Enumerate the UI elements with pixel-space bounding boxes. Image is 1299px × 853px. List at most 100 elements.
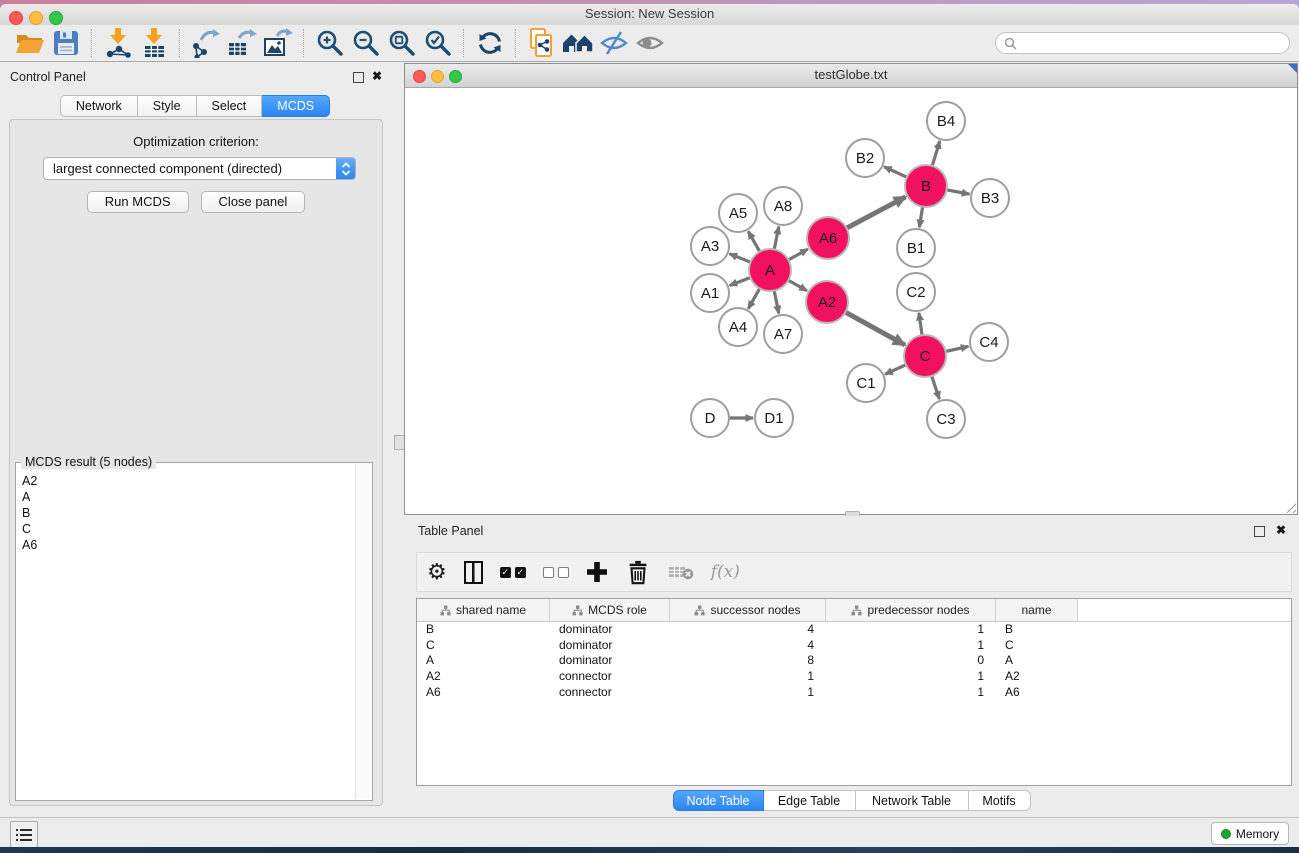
attribute-type-icon [440, 605, 451, 616]
export-network-icon[interactable] [188, 27, 224, 59]
toolbar-separator [515, 29, 517, 57]
control-panel-title: Control Panel [10, 70, 86, 84]
zoom-out-icon[interactable] [348, 27, 384, 59]
float-panel-icon[interactable] [353, 72, 364, 83]
close-panel-icon[interactable]: ✖ [372, 69, 382, 83]
node-label-A4: A4 [729, 319, 747, 336]
result-item[interactable]: A [22, 489, 355, 505]
table-header-row: shared nameMCDS rolesuccessor nodesprede… [417, 599, 1291, 622]
table-row[interactable]: Adominator80A [417, 653, 1291, 669]
delete-table-icon[interactable] [668, 557, 694, 587]
table-row[interactable]: Cdominator41C [417, 638, 1291, 654]
node-label-B3: B3 [981, 190, 999, 207]
tab-edge-table[interactable]: Edge Table [764, 790, 856, 811]
import-table-icon[interactable] [136, 27, 172, 59]
table-tabs: Node TableEdge TableNetwork TableMotifs [404, 790, 1299, 811]
tab-style[interactable]: Style [138, 95, 197, 117]
close-panel-button[interactable]: Close panel [201, 191, 306, 213]
minimize-button[interactable] [431, 70, 444, 83]
tab-motifs[interactable]: Motifs [969, 790, 1031, 811]
column-header-shared-name[interactable]: shared name [417, 599, 550, 621]
function-builder-icon[interactable]: f(x) [711, 557, 740, 587]
result-item[interactable]: A2 [22, 473, 355, 489]
node-label-D: D [705, 410, 716, 427]
open-folder-icon[interactable] [12, 27, 48, 59]
tab-mcds[interactable]: MCDS [262, 95, 330, 117]
node-label-A8: A8 [774, 198, 792, 215]
node-table[interactable]: shared nameMCDS rolesuccessor nodesprede… [416, 598, 1292, 786]
attribute-type-icon [694, 605, 705, 616]
main-content: Control Panel ✖ NetworkStyleSelectMCDS O… [0, 62, 1299, 818]
refresh-icon[interactable] [472, 27, 508, 59]
table-body: Bdominator41BCdominator41CAdominator80AA… [417, 622, 1291, 700]
tab-select[interactable]: Select [197, 95, 263, 117]
table-panel-title: Table Panel [418, 524, 483, 538]
column-header-successor-nodes[interactable]: successor nodes [670, 599, 826, 621]
export-table-icon[interactable] [224, 27, 260, 59]
zoom-button[interactable] [49, 11, 63, 25]
toolbar-separator [303, 29, 305, 57]
column-header-name[interactable]: name [996, 599, 1078, 621]
window-titlebar: Session: New Session [0, 4, 1299, 26]
result-item[interactable]: B [22, 505, 355, 521]
node-label-B2: B2 [856, 150, 874, 167]
main-toolbar [0, 25, 1299, 62]
memory-button[interactable]: Memory [1211, 822, 1289, 845]
eye-slash-icon[interactable] [596, 27, 632, 59]
zoom-in-icon[interactable] [312, 27, 348, 59]
minimize-button[interactable] [29, 11, 43, 25]
select-stepper-icon [336, 158, 355, 179]
node-label-C: C [920, 348, 931, 365]
close-panel-icon[interactable]: ✖ [1276, 523, 1286, 537]
table-row[interactable]: A2connector11A2 [417, 669, 1291, 685]
list-menu-button[interactable] [10, 821, 38, 847]
select-all-icon[interactable]: ✓✓ [500, 557, 526, 587]
close-button[interactable] [413, 70, 426, 83]
document-network-icon[interactable] [524, 27, 560, 59]
node-label-C2: C2 [906, 284, 925, 301]
trash-icon[interactable] [625, 557, 651, 587]
result-item[interactable]: A6 [22, 537, 355, 553]
add-icon[interactable] [586, 557, 608, 587]
toolbar-separator [179, 29, 181, 57]
search-box[interactable] [995, 32, 1290, 54]
show-column-icon[interactable] [464, 557, 483, 587]
column-header-MCDS-role[interactable]: MCDS role [550, 599, 670, 621]
network-graph: B4B2BB3B1C2A5A8A6A3AA1A2A4A7CC4C1C3DD1 [405, 88, 1297, 514]
table-toolbar: ⚙ ✓✓ f(x) [416, 552, 1292, 592]
node-label-B4: B4 [937, 113, 955, 130]
run-mcds-button[interactable]: Run MCDS [87, 191, 189, 213]
node-label-B1: B1 [907, 240, 925, 257]
tab-network[interactable]: Network [60, 95, 138, 117]
export-image-icon[interactable] [260, 27, 296, 59]
node-label-D1: D1 [764, 410, 783, 427]
tab-network-table[interactable]: Network Table [856, 790, 969, 811]
result-item[interactable]: C [22, 521, 355, 537]
save-icon[interactable] [48, 27, 84, 59]
criterion-select[interactable]: largest connected component (directed) [43, 157, 356, 180]
table-row[interactable]: A6connector11A6 [417, 685, 1291, 701]
network-canvas[interactable]: B4B2BB3B1C2A5A8A6A3AA1A2A4A7CC4C1C3DD1 [405, 88, 1297, 514]
search-input[interactable] [1021, 35, 1289, 51]
node-label-C3: C3 [936, 411, 955, 428]
deselect-all-icon[interactable] [543, 557, 569, 587]
zoom-fit-icon[interactable] [384, 27, 420, 59]
table-panel: Table Panel ✖ ⚙ ✓✓ f(x) shared nameMCDS … [404, 516, 1299, 818]
network-window-titlebar[interactable]: testGlobe.txt [405, 64, 1297, 88]
tab-node-table[interactable]: Node Table [673, 790, 764, 811]
home-icon[interactable] [560, 27, 596, 59]
table-row[interactable]: Bdominator41B [417, 622, 1291, 638]
result-scrollbar[interactable] [355, 464, 371, 799]
eye-icon[interactable] [632, 27, 668, 59]
network-window-title: testGlobe.txt [405, 64, 1297, 86]
float-panel-icon[interactable] [1254, 526, 1265, 537]
column-header-predecessor-nodes[interactable]: predecessor nodes [826, 599, 996, 621]
toolbar-separator [463, 29, 465, 57]
network-window: testGlobe.txt B4B2BB3B1C2A5A8A6A3AA1A2A4… [404, 63, 1298, 515]
close-button[interactable] [9, 11, 23, 25]
mcds-result-list[interactable]: A2ABCA6 [17, 467, 355, 799]
import-network-icon[interactable] [100, 27, 136, 59]
zoom-selected-icon[interactable] [420, 27, 456, 59]
gear-icon[interactable]: ⚙ [427, 557, 447, 587]
zoom-button[interactable] [449, 70, 462, 83]
